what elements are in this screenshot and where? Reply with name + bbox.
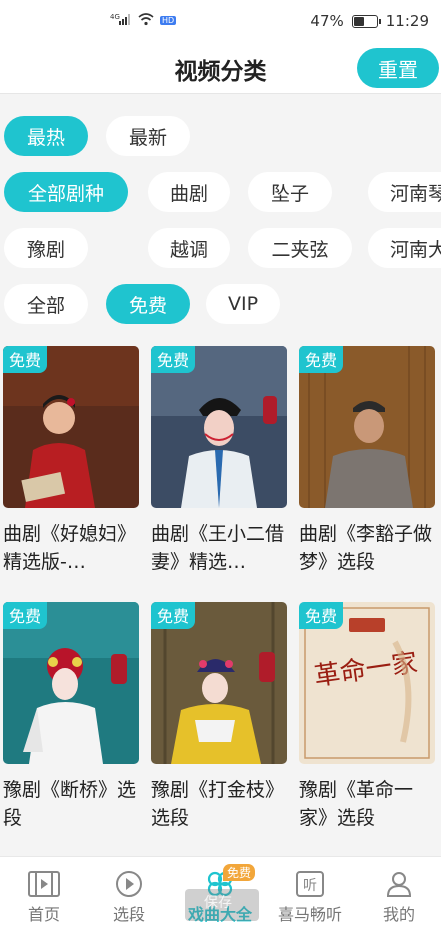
chip-genre-quju[interactable]: 曲剧 (148, 172, 230, 212)
video-title: 曲剧《王小二借妻》精选… (151, 523, 285, 573)
video-title: 豫剧《革命一家》选段 (299, 779, 414, 829)
chip-genre-zhuizi[interactable]: 坠子 (248, 172, 332, 212)
chip-sort-hot[interactable]: 最热 (4, 116, 88, 156)
video-thumbnail[interactable]: 免费 (299, 346, 435, 508)
video-thumbnail[interactable]: 免费 (3, 346, 139, 508)
svg-text:听: 听 (303, 878, 317, 894)
chip-price-all[interactable]: 全部 (4, 284, 88, 324)
tab-label: 喜马畅听 (277, 905, 342, 924)
battery-percent: 47% (310, 12, 344, 30)
free-badge: 免费 (3, 346, 48, 373)
film-icon (28, 869, 60, 899)
free-tab-badge: 免费 (223, 864, 256, 881)
wifi-icon (138, 12, 154, 29)
reset-button[interactable]: 重置 (357, 48, 439, 88)
save-overlay-text: 保存 (204, 895, 232, 911)
video-title: 曲剧《李豁子做梦》选段 (299, 523, 433, 573)
chip-genre-henan-qin[interactable]: 河南琴 (368, 172, 441, 212)
tab-home[interactable]: 首页 (0, 857, 88, 925)
tab-ximalaya[interactable]: 听 喜马畅听 (266, 857, 354, 925)
free-badge: 免费 (151, 602, 196, 629)
video-thumbnail[interactable]: 革命一家 免费 (299, 602, 435, 764)
hd-icon: HD (160, 16, 177, 25)
filter-panel: 最热 最新 全部剧种 曲剧 坠子 河南琴 豫剧 越调 二夹弦 河南大 全部 免费… (0, 96, 441, 340)
svg-text:4G: 4G (110, 13, 120, 21)
listen-icon: 听 (294, 869, 326, 899)
video-title: 曲剧《好媳妇》精选版-… (3, 523, 137, 573)
chip-genre-henan-da[interactable]: 河南大 (368, 228, 441, 268)
chip-genre-yuju[interactable]: 豫剧 (4, 228, 88, 268)
video-title: 豫剧《断桥》选段 (3, 779, 137, 829)
video-thumbnail[interactable]: 免费 (151, 346, 287, 508)
status-bar: 4G HD 47% 11:29 (0, 0, 441, 44)
video-thumbnail[interactable]: 免费 (3, 602, 139, 764)
video-title: 豫剧《打金枝》选段 (151, 779, 285, 829)
chip-genre-all[interactable]: 全部剧种 (4, 172, 128, 212)
tab-excerpts[interactable]: 选段 (85, 857, 173, 925)
signal-icon: 4G (110, 12, 132, 29)
status-icons-left: 4G HD (110, 12, 177, 29)
clock: 11:29 (385, 12, 429, 30)
free-badge: 免费 (3, 602, 48, 629)
video-thumbnail[interactable]: 免费 (151, 602, 287, 764)
chip-sort-new[interactable]: 最新 (106, 116, 190, 156)
battery-icon (351, 14, 381, 28)
user-icon (383, 869, 415, 899)
play-circle-icon (113, 869, 145, 899)
tab-profile[interactable]: 我的 (355, 857, 441, 925)
header: 视频分类 重置 (0, 44, 441, 94)
chip-price-free[interactable]: 免费 (106, 284, 190, 324)
free-badge: 免费 (151, 346, 196, 373)
tab-label: 我的 (382, 905, 415, 924)
tab-label: 选段 (112, 905, 145, 924)
battery-fill (353, 16, 364, 26)
chip-genre-erjiaxian[interactable]: 二夹弦 (248, 228, 352, 268)
free-badge: 免费 (299, 602, 344, 629)
free-badge: 免费 (299, 346, 344, 373)
tab-label: 首页 (27, 905, 60, 924)
chip-price-vip[interactable]: VIP (206, 284, 280, 324)
status-icons-right: 47% 11:29 (310, 12, 429, 30)
chip-genre-yuediao[interactable]: 越调 (148, 228, 230, 268)
